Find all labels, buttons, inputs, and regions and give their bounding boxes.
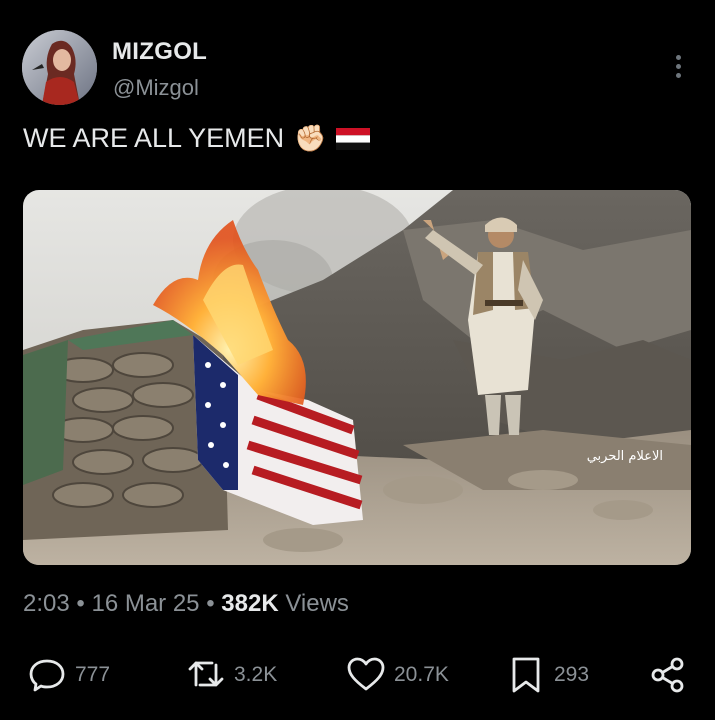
repost-button[interactable]: 3.2K: [186, 655, 277, 695]
bookmark-icon: [512, 657, 540, 693]
like-button[interactable]: 20.7K: [346, 655, 449, 695]
share-icon: [651, 657, 684, 693]
meta-separator: •: [206, 590, 215, 617]
more-options-icon[interactable]: [668, 55, 688, 83]
post-date[interactable]: 16 Mar 25: [91, 590, 199, 617]
views-count[interactable]: 382K: [221, 590, 278, 617]
heart-icon: [347, 657, 385, 691]
author-avatar[interactable]: [22, 30, 97, 105]
image-watermark: الاعلام الحربي: [587, 449, 663, 464]
post-meta: 2:03 • 16 Mar 25 • 382K Views: [23, 590, 349, 618]
like-count: 20.7K: [394, 663, 449, 686]
raised-fist-emoji: ✊🏻: [294, 123, 327, 153]
bookmark-button[interactable]: 293: [506, 655, 589, 695]
reply-button[interactable]: 777: [27, 655, 110, 695]
yemen-flag-icon: [336, 127, 371, 150]
repost-icon: [188, 661, 224, 687]
post-image[interactable]: الاعلام الحربي: [23, 190, 691, 565]
action-bar: 777 3.2K 20.7K 293: [0, 655, 715, 705]
bookmark-count: 293: [554, 663, 590, 686]
meta-separator: •: [76, 590, 85, 617]
views-label: Views: [285, 590, 349, 617]
share-button[interactable]: [648, 655, 688, 695]
tweet-text-row: WE ARE ALL YEMEN ✊🏻: [23, 123, 371, 154]
repost-count: 3.2K: [234, 663, 278, 686]
tweet-text: WE ARE ALL YEMEN: [23, 123, 285, 153]
avatar-image: [22, 30, 97, 105]
author-handle[interactable]: @Mizgol: [113, 75, 199, 101]
author-name[interactable]: MIZGOL: [112, 38, 207, 66]
flag-burning-photo: الاعلام الحربي: [23, 190, 691, 565]
reply-icon: [29, 659, 65, 692]
reply-count: 777: [75, 663, 111, 686]
post-time[interactable]: 2:03: [23, 590, 70, 617]
